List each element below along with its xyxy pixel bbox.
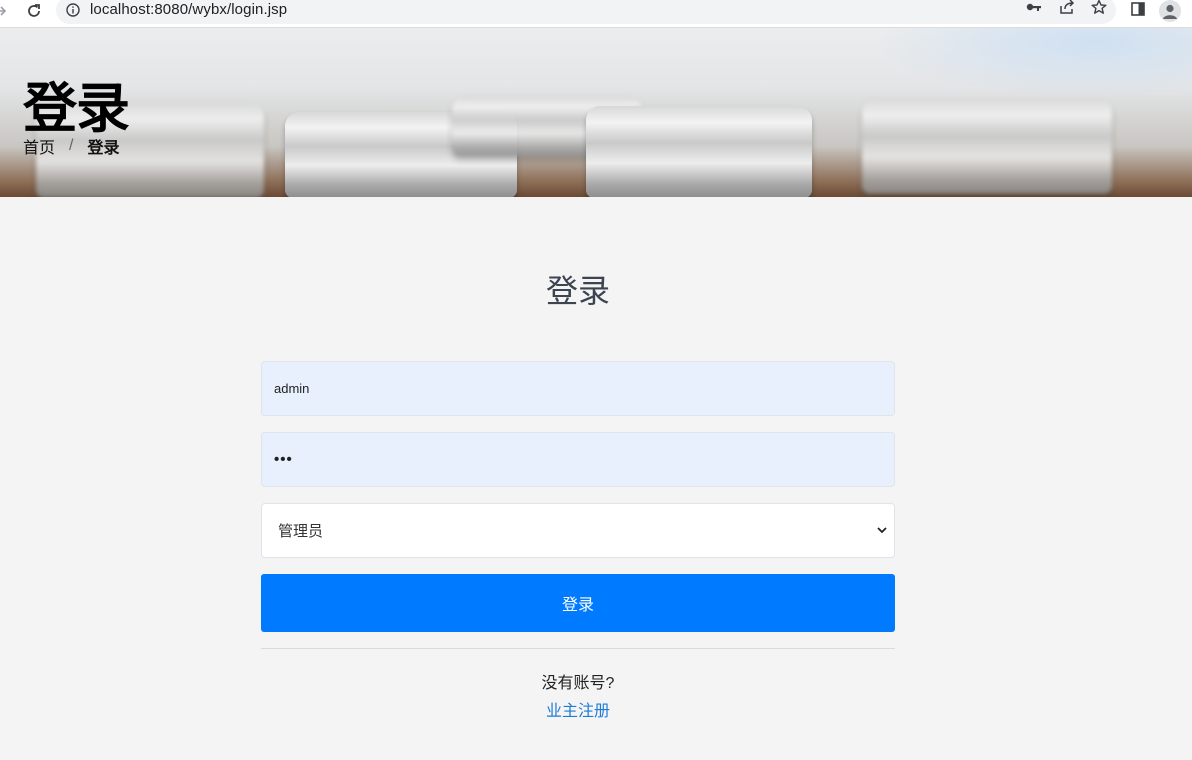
key-icon[interactable] (1026, 0, 1042, 16)
bookmark-star-icon[interactable] (1091, 0, 1107, 16)
banner-background-glow (872, 28, 1192, 98)
banner-title: 登录 (23, 77, 130, 140)
password-input[interactable]: ••• (261, 432, 895, 487)
username-input[interactable] (261, 361, 895, 416)
breadcrumb-current: 登录 (87, 140, 120, 157)
breadcrumb-separator: / (69, 137, 74, 154)
role-select[interactable]: 管理员 (261, 503, 895, 558)
breadcrumb-home-link[interactable]: 首页 (23, 134, 55, 158)
side-panel-icon[interactable] (1131, 2, 1145, 21)
reload-icon[interactable] (22, 0, 46, 22)
owner-register-label[interactable]: 业主注册 (546, 703, 610, 720)
forward-icon[interactable] (0, 0, 8, 22)
no-account-text: 没有账号? (541, 675, 615, 692)
site-info-icon[interactable] (66, 3, 80, 17)
form-divider (261, 648, 895, 649)
address-bar[interactable]: localhost:8080/wybx/login.jsp (56, 0, 1116, 24)
browser-toolbar: localhost:8080/wybx/login.jsp (0, 0, 1192, 28)
breadcrumb: 首页 / 登录 (23, 134, 119, 158)
share-icon[interactable] (1059, 0, 1075, 16)
login-heading: 登录 (545, 272, 610, 310)
banner-bottle-cap-5 (862, 98, 1112, 194)
profile-avatar-icon[interactable] (1159, 0, 1181, 22)
role-select-value: 管理员 (278, 523, 324, 540)
login-submit-button[interactable]: 登录 (261, 574, 895, 632)
address-url[interactable]: localhost:8080/wybx/login.jsp (90, 1, 287, 18)
chevron-down-icon (876, 522, 888, 539)
page-banner: 登录 首页 / 登录 (0, 28, 1192, 197)
banner-bottle-cap-4 (586, 106, 812, 197)
owner-register-link[interactable]: 业主注册 (0, 697, 1156, 721)
